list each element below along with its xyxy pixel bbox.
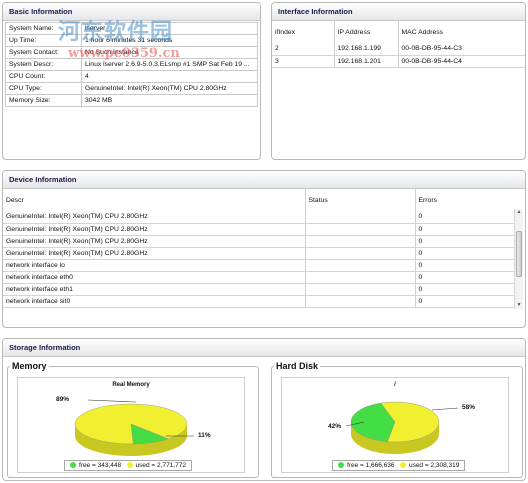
memory-legend-free: free = 343,448 [79,462,122,469]
memory-pie [74,399,194,456]
cell-descr: network interface sit0 [3,295,305,308]
hard-disk-legend-used: used = 2,308,319 [408,462,460,469]
cell-errors: 0 [414,295,514,308]
cell-descr: network interface eth1 [3,283,305,296]
column-header-mac-address[interactable]: MAC Address [397,21,525,43]
free-legend-dot [70,462,76,468]
disk-used-leader [431,407,459,411]
cell-descr: GenuineIntel: Intel(R) Xeon(TM) CPU 2.80… [3,235,305,248]
interface-table: ifIndex IP Address MAC Address 2 192.168.… [272,21,525,68]
memory-legend: free = 343,448 used = 2,771,772 [64,460,192,471]
hard-disk-group-label: Hard Disk [276,361,319,371]
scroll-down-arrow-icon[interactable]: ▼ [516,302,522,309]
table-row[interactable]: GenuineIntel: Intel(R) Xeon(TM) CPU 2.80… [3,223,514,236]
cell-errors: 0 [414,259,514,272]
column-header-errors[interactable]: Errors [414,189,514,211]
table-row[interactable]: 3 192.168.1.201 00-0B-DB-95-44-C4 [272,55,525,68]
used-legend-dot [126,462,133,468]
table-row[interactable]: GenuineIntel: Intel(R) Xeon(TM) CPU 2.80… [3,247,514,260]
cell-errors: 0 [414,283,514,296]
watermark-url: www.pc0359.cn [68,46,180,61]
hard-disk-used-percent: 58% [462,404,476,411]
watermark-text: 河东软件园 [58,19,174,45]
cell-descr: GenuineIntel: Intel(R) Xeon(TM) CPU 2.80… [3,247,305,260]
cell-descr: network interface lo [3,259,305,272]
basic-info-row: Memory Size: 3042 MB [5,94,258,107]
hard-disk-legend-free: free = 1,666,636 [347,462,395,469]
hard-disk-pie [345,401,459,454]
table-row[interactable]: GenuineIntel: Intel(R) Xeon(TM) CPU 2.80… [3,235,514,248]
cell-status [304,295,415,308]
column-header-descr[interactable]: Descr [3,189,305,211]
memory-used-leader [87,399,137,403]
storage-information-panel: Storage Information Memory Real Memory 8… [2,338,526,481]
device-information-panel: Device Information Descr Status Errors G… [2,170,526,328]
cell-status [304,223,415,236]
table-row[interactable]: network interface eth1 0 [3,283,514,296]
cell-errors: 0 [414,247,514,260]
cell-status [304,283,415,296]
cell-ifindex: 3 [272,55,334,68]
used-legend-dot [399,462,406,468]
cell-status [304,211,415,224]
cell-descr: network interface eth0 [3,271,305,284]
device-information-title: Device Information [3,171,525,189]
device-header-row: Descr Status Errors [3,189,514,211]
table-row[interactable]: 2 192.168.1.199 00-0B-DB-95-44-C3 [272,43,525,56]
cell-status [304,271,415,284]
cell-errors: 0 [414,223,514,236]
device-table-scrollbar[interactable]: ▲ ▼ [514,209,523,309]
cell-ip-address: 192.168.1.201 [333,55,398,68]
interface-header-row: ifIndex IP Address MAC Address [272,21,525,43]
memory-group-label: Memory [12,361,47,371]
cell-descr: GenuineIntel: Intel(R) Xeon(TM) CPU 2.80… [3,223,305,236]
cell-ip-address: 192.168.1.199 [333,43,398,56]
memory-used-percent: 89% [56,396,70,403]
column-header-status[interactable]: Status [304,189,415,211]
basic-info-key: CPU Type: [5,82,82,95]
cell-errors: 0 [414,235,514,248]
table-row[interactable]: network interface eth0 0 [3,271,514,284]
device-table: Descr Status Errors GenuineIntel: Intel(… [3,189,514,308]
cell-mac-address: 00-0B-DB-95-44-C4 [397,55,525,68]
basic-info-value: 4 [81,70,258,83]
cell-ifindex: 2 [272,43,334,56]
table-row[interactable]: network interface sit0 0 [3,295,514,308]
basic-info-key: Memory Size: [5,94,82,107]
memory-free-percent: 11% [198,432,211,439]
cell-errors: 0 [414,211,514,224]
table-row[interactable]: GenuineIntel: Intel(R) Xeon(TM) CPU 2.80… [3,211,514,224]
scrollbar-thumb[interactable] [516,231,522,277]
watermark: 河东软件园 www.pc0359.cn [58,14,180,61]
cell-status [304,235,415,248]
table-row[interactable]: network interface lo 0 [3,259,514,272]
storage-information-title: Storage Information [3,339,525,357]
memory-legend-used: used = 2,771,772 [135,462,186,469]
hard-disk-legend: free = 1,666,636 used = 2,308,319 [332,460,466,471]
hard-disk-chart: / 42% 58% free = 1,666,636 used = 2,308,… [281,377,509,473]
memory-pie-slice-used [74,403,188,445]
cell-status [304,247,415,260]
basic-info-row: CPU Type: GenuineIntel: Intel(R) Xeon(TM)… [5,82,258,95]
basic-info-row: CPU Count: 4 [5,70,258,83]
interface-information-title: Interface Information [272,3,525,21]
basic-info-key: CPU Count: [5,70,82,83]
cell-status [304,259,415,272]
interface-information-panel: Interface Information ifIndex IP Address… [271,2,526,160]
column-header-ifindex[interactable]: ifIndex [272,21,334,43]
scroll-up-arrow-icon[interactable]: ▲ [516,209,522,216]
column-header-ip-address[interactable]: IP Address [333,21,398,43]
basic-info-value: GenuineIntel: Intel(R) Xeon(TM) CPU 2.80… [81,82,258,95]
free-legend-dot [338,462,344,468]
cell-descr: GenuineIntel: Intel(R) Xeon(TM) CPU 2.80… [3,211,305,224]
hard-disk-free-percent: 42% [328,423,342,430]
cell-mac-address: 00-0B-DB-95-44-C3 [397,43,525,56]
basic-info-value: 3042 MB [81,94,258,107]
cell-errors: 0 [414,271,514,284]
memory-chart: Real Memory 89% 11% free = 343,448 used … [17,377,245,473]
